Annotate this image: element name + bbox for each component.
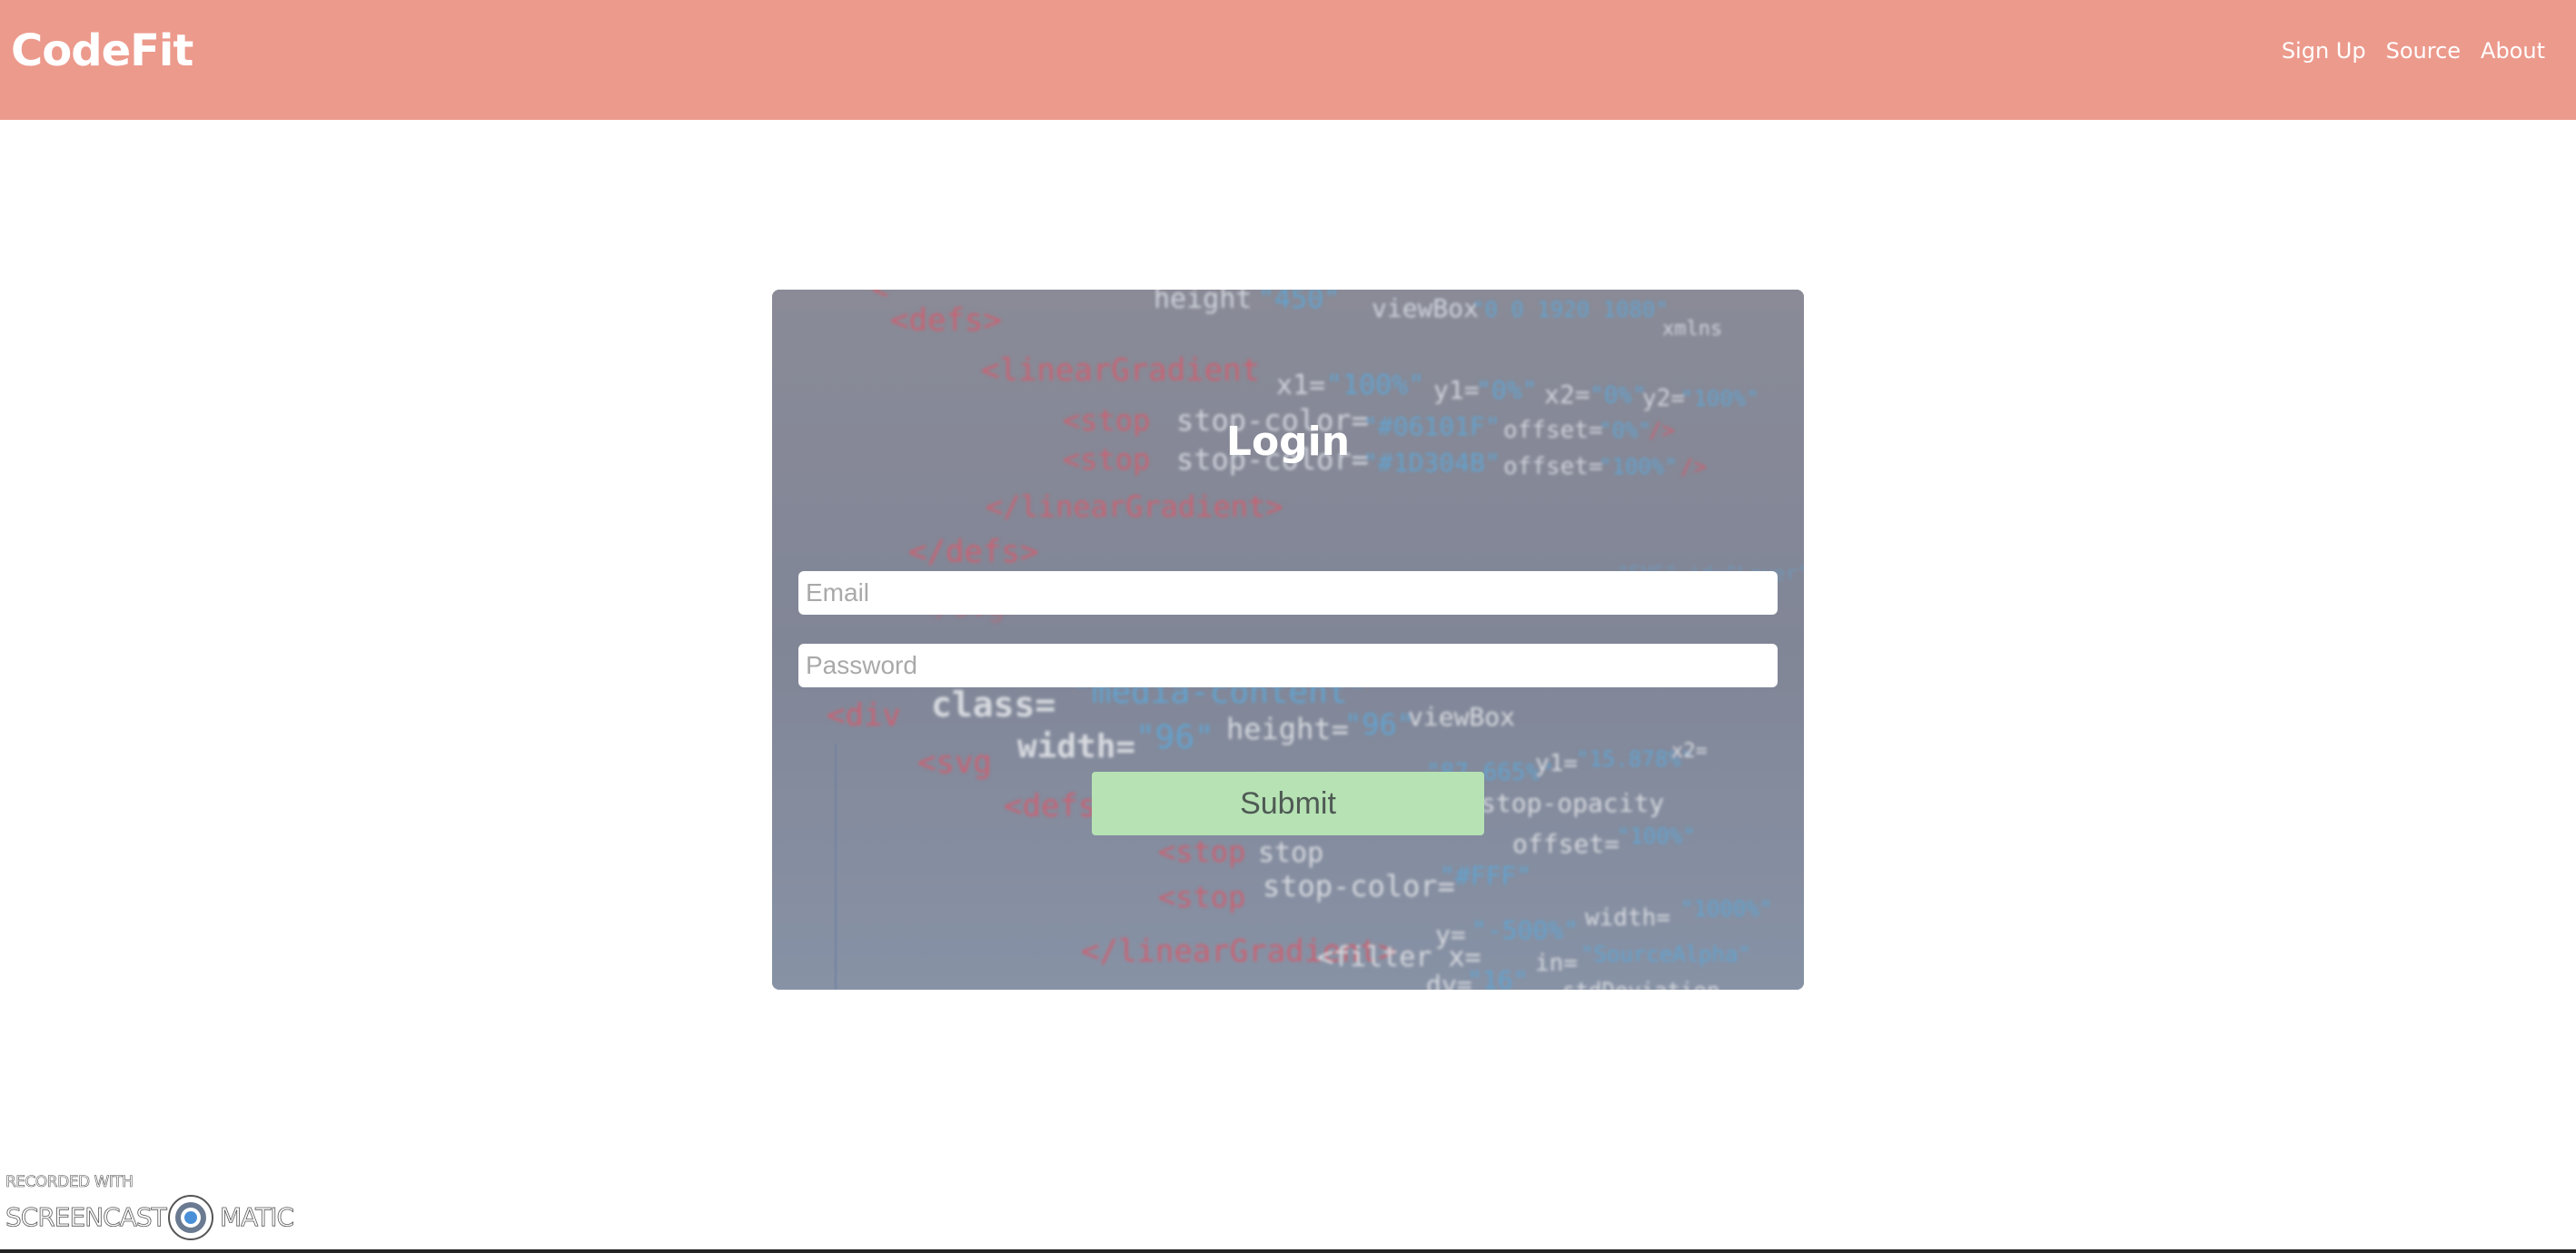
watermark-matic-text: MATIC xyxy=(220,1202,295,1233)
screencast-watermark: RECORDED WITH SCREENCAST MATIC xyxy=(5,1173,305,1242)
nav-link-source[interactable]: Source xyxy=(2386,38,2461,64)
bottom-border xyxy=(0,1249,2576,1253)
nav-links: Sign Up Source About xyxy=(2282,38,2545,64)
login-card: < height "450" viewBox "0 0 1920 1080" x… xyxy=(772,290,1804,990)
screencast-logo-icon xyxy=(168,1195,213,1240)
watermark-screencast-text: SCREENCAST xyxy=(5,1202,168,1233)
brand-logo[interactable]: CodeFit xyxy=(11,25,193,76)
top-navbar: CodeFit Sign Up Source About xyxy=(0,0,2576,120)
nav-link-sign-up[interactable]: Sign Up xyxy=(2282,38,2366,64)
password-input[interactable] xyxy=(798,644,1778,687)
code-background-image: < height "450" viewBox "0 0 1920 1080" x… xyxy=(772,290,1804,990)
watermark-recorded-with: RECORDED WITH xyxy=(5,1173,134,1192)
nav-link-about[interactable]: About xyxy=(2481,38,2545,64)
submit-button[interactable]: Submit xyxy=(1092,772,1484,835)
login-title: Login xyxy=(1225,419,1351,465)
email-input[interactable] xyxy=(798,571,1778,615)
